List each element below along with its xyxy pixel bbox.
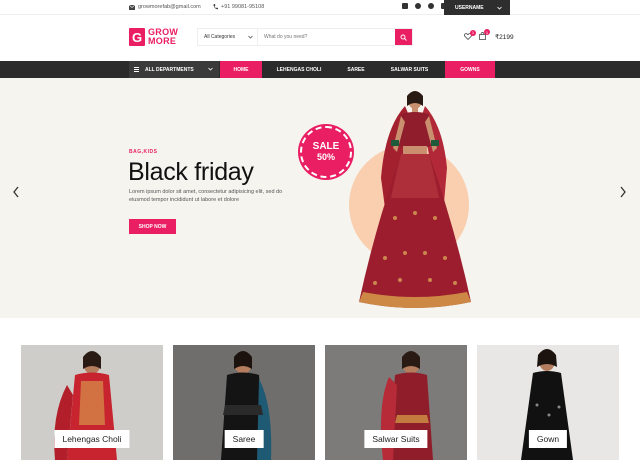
sale-badge-line1: SALE [312,141,340,152]
header-icons: 1 1 ₹2199 [464,29,514,42]
facebook-icon[interactable] [402,3,408,9]
category-label: Gown [528,430,568,448]
chevron-down-icon [497,6,502,10]
hero-next-arrow[interactable] [619,186,627,201]
category-label: Salwar Suits [364,430,428,448]
phone-text: +91 99081-95108 [221,4,265,10]
category-card-gown[interactable]: Gown [477,345,619,460]
category-select[interactable]: All Categories [198,29,258,45]
shop-now-button[interactable]: SHOP NOW [129,219,176,234]
nav-salwar-suits[interactable]: SALWAR SUITS [376,61,443,78]
nav-lehengas-choli[interactable]: LEHENGAS CHOLI [262,61,336,78]
category-card-saree[interactable]: Saree [173,345,315,460]
search-icon [400,34,407,41]
hero-title: Black friday [128,158,254,186]
whatsapp-icon[interactable] [428,3,434,9]
hero-prev-arrow[interactable] [12,186,20,201]
category-label: Lehengas Choli [54,430,130,448]
chevron-down-icon [248,35,253,39]
logo-wordmark: GROW MORE [148,28,178,46]
username-label: USERNAME [455,4,484,11]
chevron-right-icon [620,186,626,198]
nav-home[interactable]: HOME [220,61,262,78]
all-departments-button[interactable]: ALL DEPARTMENTS [129,61,219,78]
hero-banner: BAG,KIDS Black friday Lorem ipsum dolor … [0,78,640,318]
social-links [402,3,447,9]
email-text: growmorefab@gmail.com [138,4,201,10]
cart-total[interactable]: ₹2199 [495,33,514,41]
category-select-value: All Categories [204,34,236,40]
category-grid: Lehengas Choli Saree Salwar Suits Gown [0,318,640,460]
wishlist-button[interactable]: 1 [464,29,476,42]
cart-count-badge: 1 [484,29,490,35]
cart-button[interactable]: 1 [479,29,490,42]
logo-mark: G [129,28,145,46]
hero-lehenga-model-image [359,91,471,308]
phone-icon [213,4,218,10]
hero-description: Lorem ipsum dolor sit amet, consectetur … [129,189,283,203]
logo-line-2: MORE [148,36,177,46]
nav-gowns[interactable]: GOWNS [445,61,495,78]
nav-saree[interactable]: SAREE [336,61,376,78]
nav-links: HOME LEHENGAS CHOLI SAREE SALWAR SUITS G… [220,61,495,78]
search-bar: All Categories [197,28,413,46]
mail-icon [129,4,135,10]
category-card-lehengas-choli[interactable]: Lehengas Choli [21,345,163,460]
site-header: G GROW MORE All Categories 1 1 ₹2199 [0,15,640,61]
sale-badge: SALE 50% [300,126,352,178]
menu-icon [134,67,139,72]
sale-badge-line2: 50% [316,152,335,162]
category-label: Saree [224,430,264,448]
phone-contact[interactable]: +91 99081-95108 [213,4,264,10]
instagram-icon[interactable] [415,3,421,9]
site-logo[interactable]: G GROW MORE [129,28,178,46]
search-input[interactable] [258,29,395,45]
chevron-left-icon [13,186,19,198]
search-button[interactable] [395,29,412,45]
user-account-button[interactable]: USERNAME [444,0,510,15]
all-departments-label: ALL DEPARTMENTS [145,66,194,73]
email-contact[interactable]: growmorefab@gmail.com [129,4,201,10]
hero-eyebrow: BAG,KIDS [129,149,158,155]
wishlist-count-badge: 1 [470,29,476,36]
chevron-down-icon [208,67,213,71]
main-nav: ALL DEPARTMENTS HOME LEHENGAS CHOLI SARE… [0,61,640,78]
category-card-salwar-suits[interactable]: Salwar Suits [325,345,467,460]
top-bar: growmorefab@gmail.com +91 99081-95108 US… [0,0,640,15]
